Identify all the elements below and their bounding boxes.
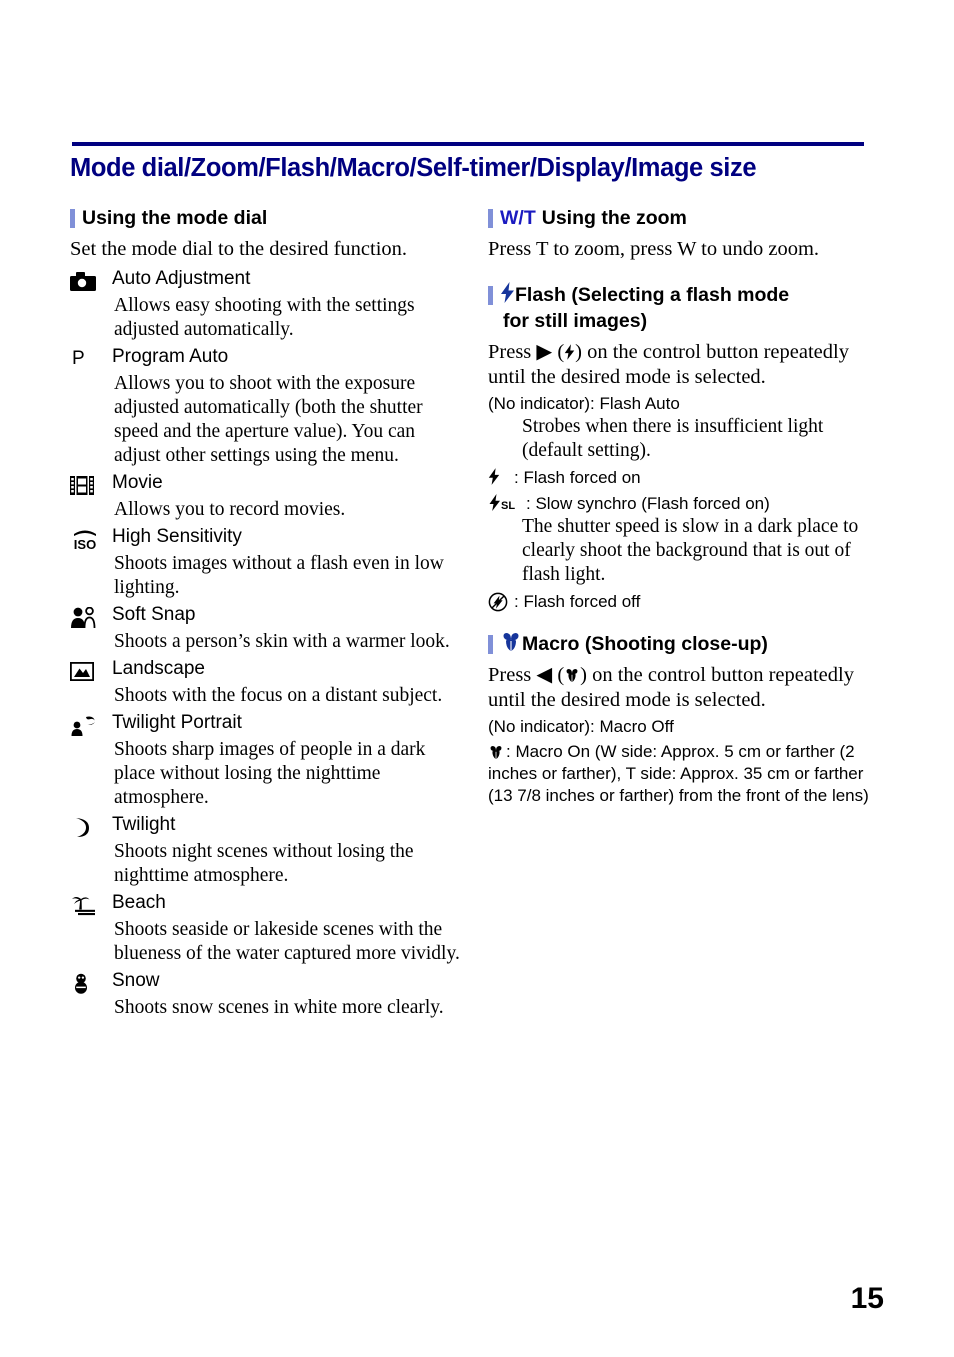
macro-tulip-icon [488,745,504,760]
header-rule [72,142,864,146]
list-item: Twilight [70,812,462,840]
list-item: SL : Slow synchro (Flash forced on) [488,492,880,515]
section-heading-mode-dial: Using the mode dial [70,205,462,231]
flash-no-indicator-description: Strobes when there is insufficient light… [522,416,824,461]
section-bar-icon [70,209,75,228]
left-column: Using the mode dial Set the mode dial to… [70,205,462,1020]
mode-label: Landscape [112,658,205,679]
list-item: Twilight Portrait [70,710,462,738]
mode-description: Allows you to shoot with the exposure ad… [114,373,423,466]
document-page: Mode dial/Zoom/Flash/Macro/Self-timer/Di… [0,0,954,1357]
right-arrow-icon: ▶ [536,341,553,363]
mode-label: Soft Snap [112,604,196,625]
list-item: Landscape [70,656,462,684]
mode-description: Shoots seaside or lakeside scenes with t… [114,919,460,964]
list-item: Soft Snap [70,602,462,630]
flash-bolt-icon [500,282,515,303]
mode-dial-list: Auto Adjustment Allows easy shooting wit… [70,266,462,1020]
right-column: W/T Using the zoom Press T to zoom, press… [488,205,880,824]
list-item: Beach [70,890,462,918]
flash-instruction-prefix: Press [488,341,532,363]
svg-text:ISO: ISO [74,537,96,550]
mode-label: Twilight Portrait [112,712,242,733]
macro-tulip-icon [500,632,522,652]
section-bar-icon [488,209,493,228]
section-heading-flash: Flash (Selecting a flash mode for still … [488,282,880,334]
section-heading-label: Using the mode dial [82,207,268,229]
flash-mode-label: : Flash forced off [514,592,641,611]
section-heading-label-line2: for still images) [503,310,648,332]
section-heading-label: Macro (Shooting close-up) [522,633,768,655]
mode-description: Shoots images without a flash even in lo… [114,553,444,598]
section-bar-icon [488,635,493,654]
macro-instruction-prefix: Press [488,664,532,686]
list-item: Movie [70,470,462,498]
section-heading-zoom: W/T Using the zoom [488,205,880,231]
macro-instruction: Press ◀ ( ) on the control button repeat… [488,664,854,711]
section-heading-macro: Macro (Shooting close-up) [488,631,880,657]
mode-description: Shoots with the focus on a distant subje… [114,685,443,706]
mode-label: Twilight [112,814,176,835]
section-heading-label-line1: Flash (Selecting a flash mode [515,284,790,306]
flash-bolt-icon [564,344,575,360]
page-number: 15 [850,1282,884,1315]
mode-label: Auto Adjustment [112,268,251,289]
section-heading-label: Using the zoom [541,207,687,229]
mode-description: Allows easy shooting with the settings a… [114,295,415,340]
mode-description: Allows you to record movies. [114,499,346,520]
flash-instruction: Press ▶ ( ) on the control button repeat… [488,341,849,388]
list-item: ISO High Sensitivity [70,524,462,552]
flash-no-indicator-line: (No indicator): Flash Auto [488,394,680,413]
macro-tulip-icon [564,668,580,683]
palm-tree-beach-icon [70,890,112,918]
soft-snap-people-icon [70,602,112,630]
mode-label: Movie [112,472,163,493]
snowman-icon [70,968,112,996]
chapter-title: Mode dial/Zoom/Flash/Macro/Self-timer/Di… [70,154,757,182]
iso-high-sensitivity-icon: ISO [70,524,112,552]
list-item: Snow [70,968,462,996]
film-strip-icon [70,470,112,498]
flash-bolt-icon [488,466,514,485]
mode-label: Beach [112,892,166,913]
list-item: : Flash forced on [488,466,880,489]
flash-mode-description: The shutter speed is slow in a dark plac… [522,516,859,585]
svg-text:SL: SL [501,500,515,511]
letter-p-icon: P [70,344,112,372]
mode-label: Snow [112,970,160,991]
macro-on-text: : Macro On (W side: Approx. 5 cm or fart… [488,742,869,805]
mode-description: Shoots night scenes without losing the n… [114,841,414,886]
landscape-mountain-icon [70,656,112,684]
flash-mode-label: : Flash forced on [514,468,641,487]
list-item: Auto Adjustment [70,266,462,294]
twilight-portrait-icon [70,710,112,738]
mode-label: Program Auto [112,346,229,367]
mode-description: Shoots a person’s skin with a warmer loo… [114,631,450,652]
mode-label: High Sensitivity [112,526,242,547]
flash-slow-synchro-icon: SL [488,492,526,511]
left-arrow-icon: ◀ [536,664,553,686]
camera-icon [70,266,112,294]
list-item: : Flash forced off [488,590,880,613]
crescent-moon-icon [70,812,112,840]
macro-on-description: : Macro On (W side: Approx. 5 cm or fart… [488,741,880,807]
mode-dial-intro: Set the mode dial to the desired functio… [70,238,408,260]
zoom-heading-accent: W/T [500,207,536,229]
flash-off-icon [488,590,514,612]
zoom-body-text: Press T to zoom, press W to undo zoom. [488,238,820,260]
letter-p-glyph: P [72,348,85,369]
mode-description: Shoots sharp images of people in a dark … [114,739,426,808]
section-bar-icon [488,286,493,305]
mode-description: Shoots snow scenes in white more clearly… [114,997,444,1018]
list-item: P Program Auto [70,344,462,372]
macro-no-indicator-line: (No indicator): Macro Off [488,717,674,736]
flash-mode-label: : Slow synchro (Flash forced on) [526,494,770,513]
